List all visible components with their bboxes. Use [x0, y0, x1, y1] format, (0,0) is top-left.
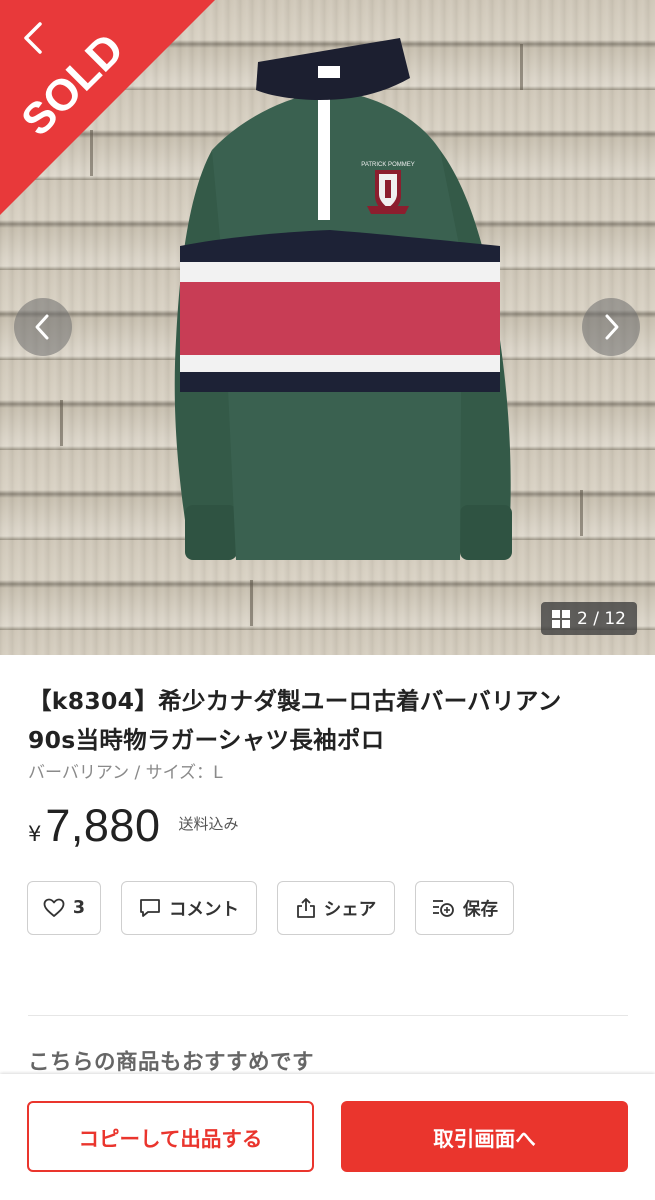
- chevron-right-icon: [605, 314, 619, 340]
- grid-icon: [552, 609, 570, 628]
- section-divider: [28, 1015, 628, 1016]
- shipping-included-label: 送料込み: [178, 815, 239, 833]
- image-counter-text: 2 / 12: [577, 608, 626, 629]
- comment-button[interactable]: コメント: [121, 881, 257, 935]
- share-label: シェア: [323, 899, 377, 920]
- copy-and-list-button[interactable]: コピーして出品する: [27, 1101, 314, 1172]
- like-count: 3: [72, 898, 86, 918]
- product-title: 【k8304】希少カナダ製ユーロ古着バーバリアン 90s当時物ラガーシャツ長袖ポ…: [28, 682, 628, 760]
- chevron-left-icon: [35, 314, 49, 340]
- product-title-line-1: 【k8304】希少カナダ製ユーロ古着バーバリアン: [28, 687, 562, 715]
- brand-size-link[interactable]: バーバリアン / サイズ：L: [28, 758, 223, 783]
- image-counter[interactable]: 2 / 12: [541, 602, 637, 635]
- chevron-left-icon: [24, 22, 42, 54]
- product-title-line-2: 90s当時物ラガーシャツ長袖ポロ: [28, 726, 385, 754]
- save-label: 保存: [463, 899, 498, 920]
- previous-image-button[interactable]: [14, 298, 72, 356]
- share-icon: [296, 898, 315, 918]
- comment-label: コメント: [169, 899, 239, 920]
- save-button[interactable]: 保存: [415, 881, 514, 935]
- heart-icon: [43, 898, 65, 917]
- back-button[interactable]: [14, 16, 54, 60]
- comment-icon: [140, 899, 160, 917]
- recommendations-heading: こちらの商品もおすすめです: [28, 1050, 315, 1075]
- price-row: ¥ 7,880 送料込み: [28, 800, 239, 852]
- next-image-button[interactable]: [582, 298, 640, 356]
- save-list-icon: [433, 900, 454, 917]
- product-photo[interactable]: PATRICK POMMEY SOLD 2 / 12: [0, 0, 655, 655]
- go-to-transaction-button[interactable]: 取引画面へ: [341, 1101, 628, 1172]
- price: 7,880: [45, 800, 161, 851]
- currency-symbol: ¥: [28, 822, 42, 846]
- bottom-action-bar: コピーして出品する 取引画面へ: [0, 1074, 655, 1200]
- action-buttons: 3 コメント シェア 保存: [0, 881, 655, 935]
- share-button[interactable]: シェア: [277, 881, 395, 935]
- crest-embroidery-text: PATRICK POMMEY: [361, 162, 414, 168]
- like-button[interactable]: 3: [27, 881, 101, 935]
